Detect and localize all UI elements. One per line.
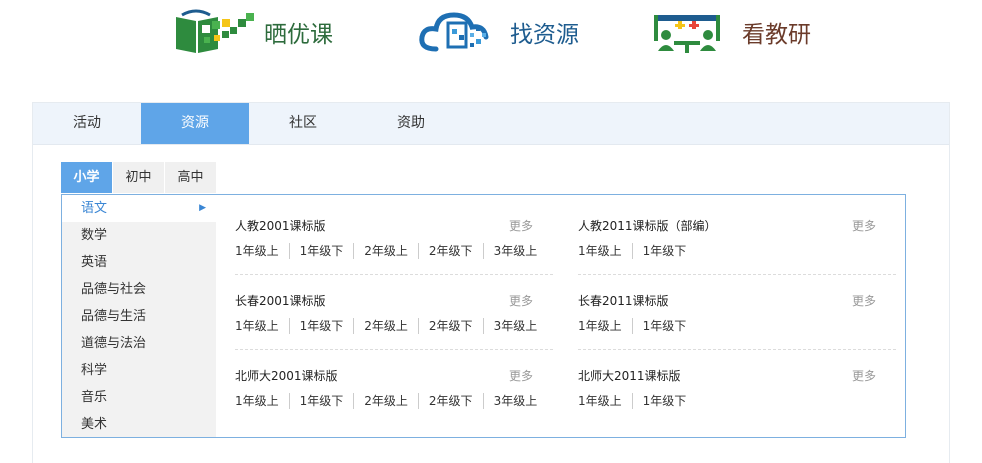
more-link[interactable]: 更多: [852, 367, 876, 384]
subject-label: 语文: [81, 201, 108, 216]
subject-list: 语文 ▶ 数学 英语 品德与社会 品德与生活 道德与法治 科学 音乐 美术: [62, 195, 216, 437]
subject-item-morality-life[interactable]: 品德与生活: [62, 303, 216, 330]
grade-link[interactable]: 1年级下: [633, 318, 697, 334]
grade-link[interactable]: 3年级上: [484, 393, 548, 409]
tab-funding[interactable]: 资助: [357, 103, 465, 144]
edition-title[interactable]: 人教2001课标版: [235, 217, 326, 234]
grade-link[interactable]: 1年级上: [225, 318, 290, 334]
grade-list: 1年级上 1年级下 2年级上 2年级下 3年级上: [225, 318, 547, 334]
more-link[interactable]: 更多: [509, 292, 533, 309]
grade-list: 1年级上 1年级下: [568, 243, 696, 259]
grade-link[interactable]: 1年级下: [633, 243, 697, 259]
subject-item-music[interactable]: 音乐: [62, 384, 216, 411]
edition-title[interactable]: 北师大2011课标版: [578, 367, 681, 384]
resource-panel: 活动 资源 社区 资助 小学 初中 高中 语文 ▶ 数学 英语 品德与社会 品德…: [32, 102, 950, 463]
brand-teaching-research[interactable]: 看教研: [650, 6, 811, 58]
grade-link[interactable]: 2年级下: [419, 318, 484, 334]
tab-activities[interactable]: 活动: [33, 103, 141, 144]
sun-class-logo-icon: [172, 7, 258, 57]
brand-label: 晒优课: [264, 22, 333, 48]
subject-item-chinese[interactable]: 语文 ▶: [62, 195, 216, 222]
subject-item-ethics-law[interactable]: 道德与法治: [62, 330, 216, 357]
grade-link[interactable]: 1年级下: [290, 243, 355, 259]
top-nav: 活动 资源 社区 资助: [33, 103, 949, 145]
edition-block: 长春2011课标版 更多 1年级上 1年级下: [578, 275, 896, 350]
stage-tab-primary[interactable]: 小学: [61, 162, 112, 193]
cloud-resource-logo-icon: [418, 7, 504, 57]
stage-tab-senior[interactable]: 高中: [165, 162, 216, 193]
tab-community[interactable]: 社区: [249, 103, 357, 144]
more-link[interactable]: 更多: [852, 217, 876, 234]
grade-list: 1年级上 1年级下: [568, 318, 696, 334]
edition-title[interactable]: 人教2011课标版（部编）: [578, 217, 717, 234]
grade-link[interactable]: 1年级上: [568, 243, 633, 259]
edition-title[interactable]: 长春2001课标版: [235, 292, 326, 309]
tab-resources[interactable]: 资源: [141, 103, 249, 144]
subject-item-english[interactable]: 英语: [62, 249, 216, 276]
teaching-research-logo-icon: [650, 7, 736, 57]
subject-item-science[interactable]: 科学: [62, 357, 216, 384]
grade-link[interactable]: 1年级下: [633, 393, 697, 409]
subject-item-art[interactable]: 美术: [62, 411, 216, 438]
grade-link[interactable]: 1年级上: [225, 393, 290, 409]
more-link[interactable]: 更多: [509, 217, 533, 234]
grade-link[interactable]: 2年级下: [419, 243, 484, 259]
grade-link[interactable]: 1年级上: [568, 318, 633, 334]
grade-list: 1年级上 1年级下: [568, 393, 696, 409]
grade-list: 1年级上 1年级下 2年级上 2年级下 3年级上: [225, 243, 547, 259]
edition-block: 人教2011课标版（部编） 更多 1年级上 1年级下: [578, 200, 896, 275]
grade-link[interactable]: 2年级下: [419, 393, 484, 409]
edition-block: 长春2001课标版 更多 1年级上 1年级下 2年级上 2年级下 3年级上: [235, 275, 553, 350]
grade-link[interactable]: 3年级上: [484, 318, 548, 334]
grade-link[interactable]: 2年级上: [354, 318, 419, 334]
more-link[interactable]: 更多: [509, 367, 533, 384]
edition-title[interactable]: 北师大2001课标版: [235, 367, 338, 384]
grade-link[interactable]: 2年级上: [354, 393, 419, 409]
edition-block: 北师大2001课标版 更多 1年级上 1年级下 2年级上 2年级下 3年级上: [235, 350, 553, 424]
grade-list: 1年级上 1年级下 2年级上 2年级下 3年级上: [225, 393, 547, 409]
stage-tabs: 小学 初中 高中: [61, 162, 217, 193]
subject-item-morality-society[interactable]: 品德与社会: [62, 276, 216, 303]
edition-block: 人教2001课标版 更多 1年级上 1年级下 2年级上 2年级下 3年级上: [235, 200, 553, 275]
brand-sun-class[interactable]: 晒优课: [172, 6, 333, 58]
brand-label: 找资源: [510, 22, 579, 48]
subject-item-math[interactable]: 数学: [62, 222, 216, 249]
grade-link[interactable]: 1年级下: [290, 318, 355, 334]
stage-tab-junior[interactable]: 初中: [113, 162, 164, 193]
grade-link[interactable]: 2年级上: [354, 243, 419, 259]
caret-right-icon: ▶: [199, 203, 206, 213]
grade-link[interactable]: 1年级下: [290, 393, 355, 409]
grade-link[interactable]: 3年级上: [484, 243, 548, 259]
edition-title[interactable]: 长春2011课标版: [578, 292, 669, 309]
grade-link[interactable]: 1年级上: [225, 243, 290, 259]
brand-find-resources[interactable]: 找资源: [418, 6, 579, 58]
edition-block: 北师大2011课标版 更多 1年级上 1年级下: [578, 350, 896, 424]
brand-label: 看教研: [742, 22, 811, 48]
resource-content-box: 语文 ▶ 数学 英语 品德与社会 品德与生活 道德与法治 科学 音乐 美术 人教…: [61, 194, 906, 438]
brand-bar: 晒优课 找资源 看教研: [0, 0, 982, 70]
grade-link[interactable]: 1年级上: [568, 393, 633, 409]
more-link[interactable]: 更多: [852, 292, 876, 309]
